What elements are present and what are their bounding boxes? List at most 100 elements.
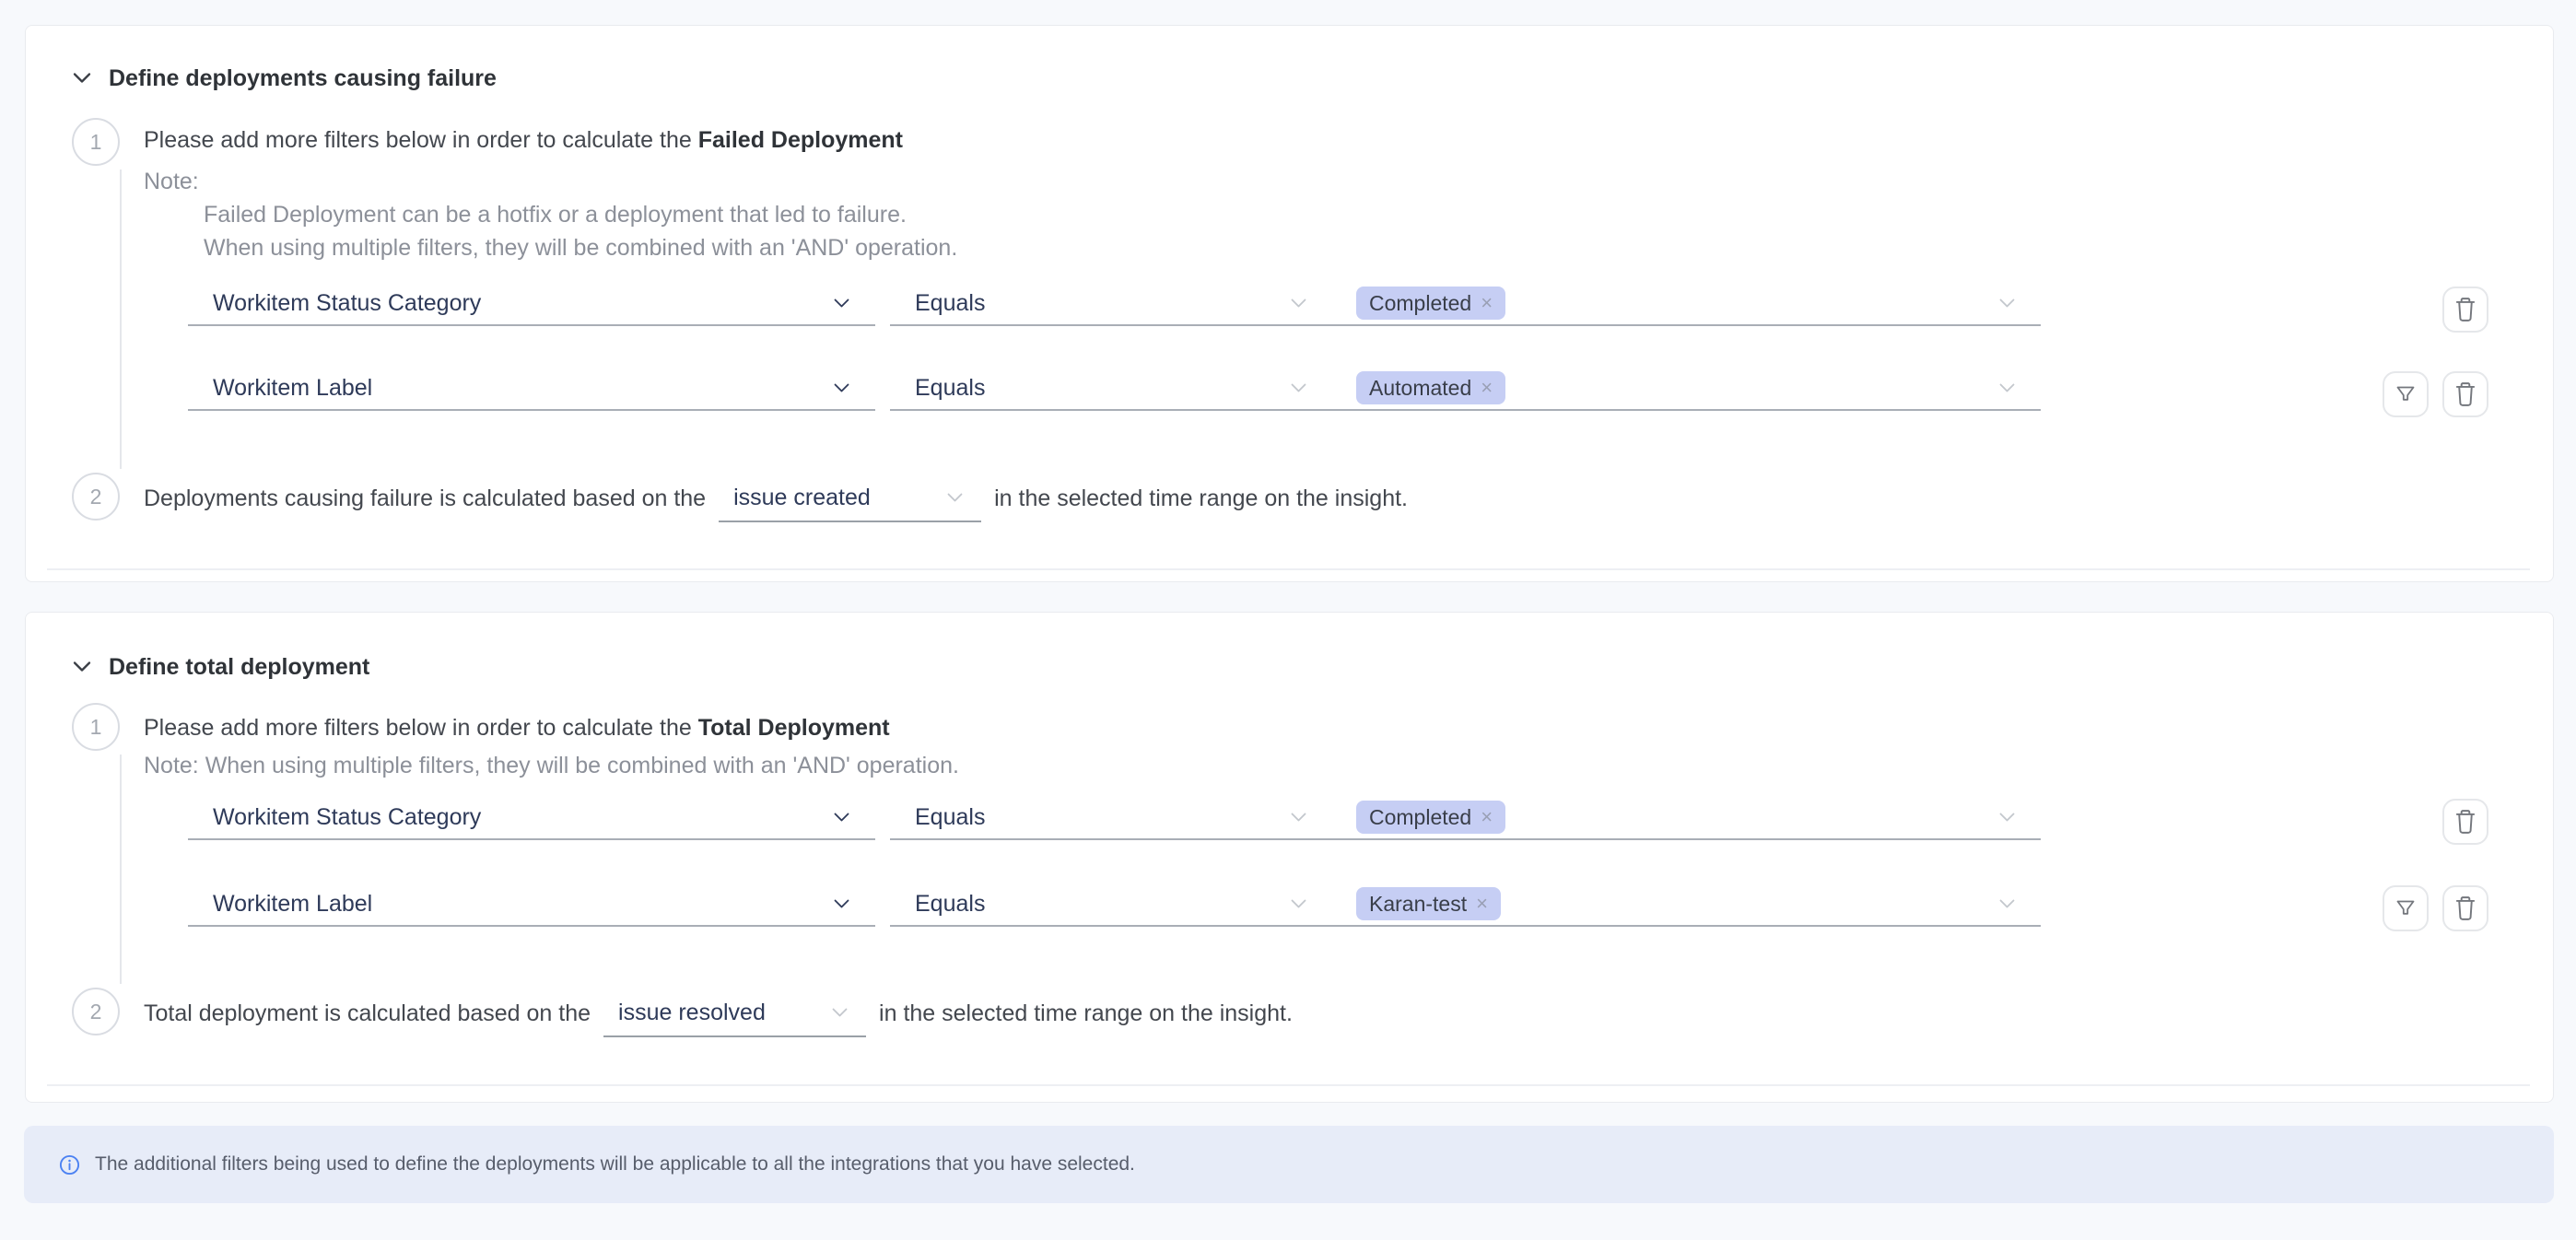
chevron-down-icon bbox=[1291, 298, 1306, 308]
step-1-badge: 1 bbox=[72, 118, 120, 166]
event-basis-select[interactable]: issue resolved bbox=[603, 989, 866, 1037]
filter-value-select[interactable]: Completed × bbox=[1331, 796, 2041, 840]
funnel-icon bbox=[2395, 897, 2417, 919]
sentence-after: in the selected time range on the insigh… bbox=[879, 1000, 1293, 1027]
step-connector-line bbox=[120, 170, 122, 469]
filter-value-select[interactable]: Automated × bbox=[1331, 367, 2041, 411]
collapse-chevron-icon[interactable] bbox=[73, 72, 91, 84]
filter-field-select[interactable]: Workitem Status Category bbox=[188, 282, 875, 326]
step-2-sentence: Total deployment is calculated based on … bbox=[144, 989, 1293, 1037]
instruction-text: Please add more filters below in order t… bbox=[144, 127, 698, 153]
step-1-instruction: Please add more filters below in order t… bbox=[144, 715, 890, 741]
section-title: Define total deployment bbox=[109, 654, 369, 680]
note-line: When using multiple filters, they will b… bbox=[204, 235, 957, 261]
deployment-filter-settings-page: Define deployments causing failure 1 Ple… bbox=[0, 0, 2576, 1240]
filter-operator-select[interactable]: Equals bbox=[890, 282, 1332, 326]
value-tag: Completed × bbox=[1356, 801, 1505, 834]
trash-icon bbox=[2453, 297, 2477, 322]
chevron-down-icon bbox=[834, 383, 849, 392]
chevron-down-icon bbox=[1999, 899, 2015, 908]
info-icon bbox=[59, 1154, 80, 1176]
filter-row: Workitem Label Equals Karan-test × bbox=[188, 883, 2041, 927]
value-tag-label: Automated bbox=[1369, 376, 1471, 401]
note-label: Note: bbox=[144, 169, 199, 194]
sentence-before: Deployments causing failure is calculate… bbox=[144, 485, 706, 512]
delete-filter-button[interactable] bbox=[2442, 371, 2488, 417]
chevron-down-icon bbox=[834, 899, 849, 908]
value-tag-label: Karan-test bbox=[1369, 892, 1467, 917]
step-2-badge: 2 bbox=[72, 988, 120, 1035]
sentence-before: Total deployment is calculated based on … bbox=[144, 1000, 591, 1027]
chevron-down-icon bbox=[1999, 813, 2015, 822]
remove-tag-icon[interactable]: × bbox=[1476, 894, 1488, 914]
collapse-chevron-icon[interactable] bbox=[73, 661, 91, 673]
remove-tag-icon[interactable]: × bbox=[1481, 807, 1493, 827]
note-label: Note: When using multiple filters, they … bbox=[144, 753, 959, 778]
filter-operator-value: Equals bbox=[915, 891, 985, 918]
filter-field-value: Workitem Status Category bbox=[213, 290, 481, 317]
chevron-down-icon bbox=[832, 1008, 848, 1017]
step-1-instruction: Please add more filters below in order t… bbox=[144, 127, 903, 153]
remove-tag-icon[interactable]: × bbox=[1481, 378, 1493, 398]
chevron-down-icon bbox=[1291, 813, 1306, 822]
section-define-total-deployment: Define total deployment 1 Please add mor… bbox=[25, 612, 2554, 1103]
section-divider bbox=[47, 1084, 2530, 1086]
value-tag: Automated × bbox=[1356, 371, 1505, 404]
instruction-text: Please add more filters below in order t… bbox=[144, 715, 698, 741]
info-banner-text: The additional filters being used to def… bbox=[95, 1153, 1135, 1176]
chevron-down-icon bbox=[834, 813, 849, 822]
chevron-down-icon bbox=[1999, 383, 2015, 392]
remove-tag-icon[interactable]: × bbox=[1481, 293, 1493, 313]
add-subfilter-button[interactable] bbox=[2383, 371, 2429, 417]
section-title: Define deployments causing failure bbox=[109, 65, 497, 91]
step-connector-line bbox=[120, 755, 122, 984]
filter-value-select[interactable]: Completed × bbox=[1331, 282, 2041, 326]
chevron-down-icon bbox=[834, 298, 849, 308]
section-divider bbox=[47, 568, 2530, 570]
value-tag-label: Completed bbox=[1369, 805, 1471, 830]
chevron-down-icon bbox=[1291, 899, 1306, 908]
delete-filter-button[interactable] bbox=[2442, 885, 2488, 931]
filter-field-value: Workitem Label bbox=[213, 891, 372, 918]
filter-field-select[interactable]: Workitem Label bbox=[188, 367, 875, 411]
filter-row: Workitem Label Equals Automated × bbox=[188, 367, 2041, 411]
step-2-sentence: Deployments causing failure is calculate… bbox=[144, 474, 1408, 522]
funnel-icon bbox=[2395, 383, 2417, 405]
delete-filter-button[interactable] bbox=[2442, 287, 2488, 333]
value-tag-label: Completed bbox=[1369, 291, 1471, 316]
info-banner: The additional filters being used to def… bbox=[24, 1126, 2554, 1203]
instruction-metric-name: Failed Deployment bbox=[698, 127, 903, 153]
instruction-metric-name: Total Deployment bbox=[698, 715, 890, 741]
trash-icon bbox=[2453, 895, 2477, 921]
filter-operator-value: Equals bbox=[915, 804, 985, 831]
event-basis-select[interactable]: issue created bbox=[719, 474, 981, 522]
filter-operator-select[interactable]: Equals bbox=[890, 367, 1332, 411]
value-tag: Completed × bbox=[1356, 287, 1505, 320]
filter-row: Workitem Status Category Equals Complete… bbox=[188, 282, 2041, 326]
delete-filter-button[interactable] bbox=[2442, 799, 2488, 845]
note-line: Failed Deployment can be a hotfix or a d… bbox=[204, 202, 907, 228]
filter-row: Workitem Status Category Equals Complete… bbox=[188, 796, 2041, 840]
event-basis-value: issue created bbox=[733, 485, 871, 511]
step-2-badge: 2 bbox=[72, 473, 120, 521]
filter-operator-value: Equals bbox=[915, 290, 985, 317]
chevron-down-icon bbox=[947, 493, 963, 502]
filter-operator-select[interactable]: Equals bbox=[890, 796, 1332, 840]
trash-icon bbox=[2453, 809, 2477, 835]
filter-operator-select[interactable]: Equals bbox=[890, 883, 1332, 927]
section-define-deployments-causing-failure: Define deployments causing failure 1 Ple… bbox=[25, 25, 2554, 582]
sentence-after: in the selected time range on the insigh… bbox=[994, 485, 1408, 512]
chevron-down-icon bbox=[1999, 298, 2015, 308]
trash-icon bbox=[2453, 381, 2477, 407]
step-1-badge: 1 bbox=[72, 703, 120, 751]
event-basis-value: issue resolved bbox=[618, 1000, 766, 1026]
filter-operator-value: Equals bbox=[915, 375, 985, 402]
add-subfilter-button[interactable] bbox=[2383, 885, 2429, 931]
chevron-down-icon bbox=[1291, 383, 1306, 392]
filter-field-value: Workitem Label bbox=[213, 375, 372, 402]
filter-field-value: Workitem Status Category bbox=[213, 804, 481, 831]
filter-field-select[interactable]: Workitem Status Category bbox=[188, 796, 875, 840]
filter-value-select[interactable]: Karan-test × bbox=[1331, 883, 2041, 927]
filter-field-select[interactable]: Workitem Label bbox=[188, 883, 875, 927]
value-tag: Karan-test × bbox=[1356, 887, 1501, 920]
